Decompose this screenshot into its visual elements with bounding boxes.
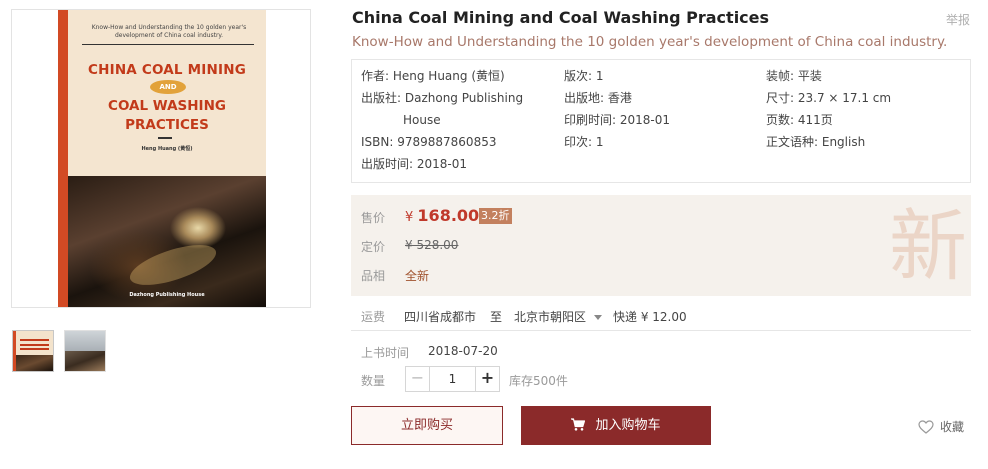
thumbnail-cover-top [13,331,53,355]
thumbnail-title-line [20,348,49,350]
listing-date-value: 2018-07-20 [428,344,498,358]
favorite-label: 收藏 [940,420,965,434]
destination-select[interactable]: 北京市朝阳区 [514,308,602,325]
thumbnail-cover-photo [13,355,53,371]
quantity-input[interactable] [430,367,475,391]
quantity-stepper: − + [405,366,500,392]
book-cover: Know-How and Understanding the 10 golden… [58,10,266,307]
main-product-image[interactable]: Know-How and Understanding the 10 golden… [11,9,311,308]
condition-label: 品相 [361,269,386,283]
cover-title-line3: PRACTICES [125,117,209,133]
stock-count: 库存500件 [509,374,568,388]
orig-price-label: 定价 [361,240,386,254]
heart-icon [918,419,934,434]
destination-value: 北京市朝阳区 [514,310,587,324]
attr-binding: 装帧: 平装 [766,69,822,83]
new-stamp: 新 [888,202,967,292]
orig-price-value: ¥ 528.00 [405,238,459,252]
attr-isbn: ISBN: 9789887860853 [361,135,497,149]
thumbnail-photo-ground [65,351,105,371]
sale-price-label: 售价 [361,211,386,225]
attr-size: 尺寸: 23.7 × 17.1 cm [766,91,892,105]
thumbnail-title-line [20,344,49,346]
add-to-cart-button[interactable]: 加入购物车 [521,406,711,445]
shipping-row: 运费 四川省成都市 至 北京市朝阳区 快递 ¥ 12.00 [351,303,971,331]
quantity-plus-button[interactable]: + [475,367,499,391]
sale-price-value: 168.00 [417,206,480,225]
attr-print-time: 印刷时间: 2018-01 [564,113,670,127]
cover-title-line1: CHINA COAL MINING [87,62,246,78]
cover-photo-highlight [125,236,221,294]
cover-subtitle: Know-How and Understanding the 10 golden… [91,24,247,39]
ship-from: 四川省成都市 [404,310,477,324]
product-subtitle: Know-How and Understanding the 10 golden… [352,34,948,50]
attr-edition: 版次: 1 [564,69,604,83]
thumbnail-title-line [20,339,49,341]
thumbnail-cover[interactable] [12,330,54,372]
attributes-box: 作者: Heng Huang (黄恒) 版次: 1 装帧: 平装 出版社: Da… [351,59,971,183]
cover-divider [82,44,254,45]
chevron-down-icon [593,315,602,320]
cover-title-line2: COAL WASHING [108,98,226,114]
attr-publish-time: 出版时间: 2018-01 [361,157,467,171]
report-link[interactable]: 举报 [946,11,970,28]
buy-now-button[interactable]: 立即购买 [351,406,503,445]
attr-publisher-cont: House [403,113,441,127]
cover-dash [158,137,172,139]
discount-badge: 3.2折 [479,208,512,224]
attr-place: 出版地: 香港 [564,91,632,105]
quantity-label: 数量 [361,374,386,388]
favorite-button[interactable]: 收藏 [918,418,964,435]
currency-symbol: ¥ [405,210,414,225]
condition-value: 全新 [405,269,430,283]
cover-and-badge: AND [150,80,186,94]
quantity-minus-button[interactable]: − [406,367,430,391]
shipping-label: 运费 [361,310,386,324]
cover-publisher: Dazhong Publishing House [129,292,205,298]
thumbnail-photo[interactable] [64,330,106,372]
thumbnail-photo-sky [65,331,105,351]
cart-icon [571,417,586,431]
shipping-method: 快递 ¥ 12.00 [613,310,687,324]
cover-mining-photo [68,176,266,307]
attr-author: 作者: Heng Huang (黄恒) [361,69,505,83]
price-panel: 新 售价 ¥ 168.00 3.2折 定价 ¥ 528.00 品相 全新 [351,195,971,296]
product-title: China Coal Mining and Coal Washing Pract… [352,8,770,27]
attr-publisher: 出版社: Dazhong Publishing [361,91,524,105]
attr-language: 正文语种: English [766,135,866,149]
attr-pages: 页数: 411页 [766,113,833,127]
sale-price: ¥ 168.00 [405,206,479,225]
listing-date-label: 上书时间 [361,346,410,360]
add-to-cart-label: 加入购物车 [595,418,661,433]
cover-author: Heng Huang (黄恒) [141,146,193,152]
attr-impression: 印次: 1 [564,135,604,149]
ship-to-word: 至 [490,310,503,324]
